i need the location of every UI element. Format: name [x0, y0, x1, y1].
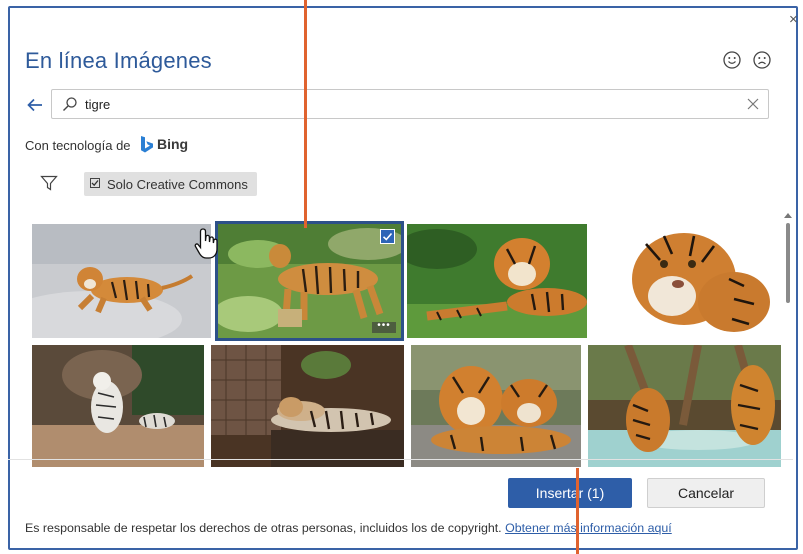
- search-icon: [63, 97, 77, 111]
- bing-brand-name: Bing: [157, 136, 189, 152]
- more-options-icon[interactable]: •••: [372, 321, 396, 333]
- clear-icon[interactable]: [746, 97, 760, 111]
- search-box[interactable]: [51, 89, 769, 119]
- result-image[interactable]: [411, 345, 581, 467]
- back-arrow-icon[interactable]: [24, 94, 46, 116]
- bing-logo-icon: [141, 136, 153, 153]
- hand-cursor-icon: [194, 228, 218, 259]
- selected-checkbox-icon[interactable]: [380, 229, 395, 244]
- result-image[interactable]: [211, 345, 404, 467]
- scrollbar[interactable]: [783, 205, 793, 455]
- copyright-text: Es responsable de respetar los derechos …: [25, 521, 502, 535]
- search-input[interactable]: [85, 95, 725, 113]
- tiger-snow-image: [32, 224, 211, 338]
- frown-icon[interactable]: [752, 50, 772, 70]
- powered-by-label: Con tecnología de: [25, 138, 131, 153]
- callout-line-bottom: [576, 468, 579, 554]
- close-icon[interactable]: ×: [789, 12, 803, 28]
- smile-icon[interactable]: [722, 50, 742, 70]
- result-image[interactable]: [588, 345, 781, 467]
- result-image[interactable]: [594, 224, 780, 338]
- tiger-on-log-image: [211, 345, 404, 467]
- cancel-button[interactable]: Cancelar: [647, 478, 765, 508]
- filter-icon[interactable]: [40, 174, 58, 192]
- result-image[interactable]: [32, 224, 211, 338]
- dialog-title: En línea Imágenes: [25, 48, 212, 73]
- result-image-selected[interactable]: •••: [215, 221, 404, 341]
- creative-commons-toggle[interactable]: Solo Creative Commons: [84, 172, 257, 196]
- tigers-water-image: [588, 345, 781, 467]
- callout-line-top: [304, 0, 307, 228]
- creative-commons-label: Solo Creative Commons: [107, 177, 248, 192]
- insert-button[interactable]: Insertar (1): [508, 478, 632, 508]
- result-image[interactable]: [32, 345, 204, 467]
- result-image[interactable]: [407, 224, 587, 338]
- white-tiger-image: [32, 345, 204, 467]
- learn-more-link[interactable]: Obtener más información aquí: [505, 521, 672, 535]
- two-tigers-image: [411, 345, 581, 467]
- copyright-notice: Es responsable de respetar los derechos …: [25, 521, 672, 535]
- checkbox-icon[interactable]: [90, 178, 100, 188]
- tiger-portrait-image: [594, 224, 780, 338]
- footer-divider: [8, 459, 793, 460]
- tiger-lying-grass-image: [407, 224, 587, 338]
- tiger-grass-image: [218, 224, 401, 338]
